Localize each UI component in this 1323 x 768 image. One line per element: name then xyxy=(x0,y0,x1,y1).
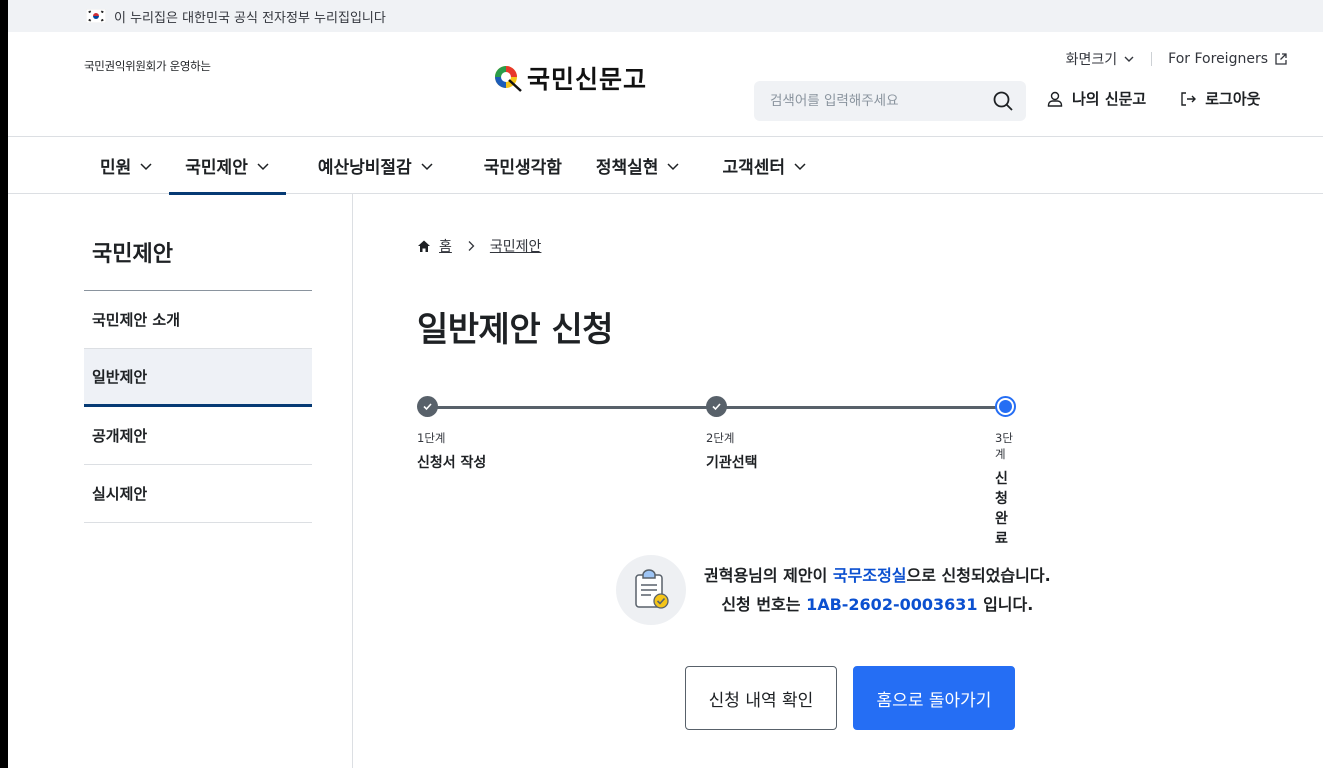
step-1-label: 1단계 신청서 작성 xyxy=(417,430,486,472)
nav-policy[interactable]: 정책실현 xyxy=(580,137,697,194)
font-size-label: 화면크기 xyxy=(1065,52,1118,68)
check-application-button[interactable]: 신청 내역 확인 xyxy=(685,666,837,730)
side-nav-item-implemented[interactable]: 실시제안 xyxy=(84,465,312,523)
nav-budget[interactable]: 예산낭비절감 xyxy=(302,137,450,194)
nav-label: 민원 xyxy=(100,158,132,178)
step-number: 1단계 xyxy=(417,431,446,445)
step-1-check-icon xyxy=(417,396,438,417)
divider xyxy=(352,194,353,768)
clipboard-check-icon xyxy=(616,555,686,625)
logo-name: 국민신문고 xyxy=(527,65,648,94)
chevron-right-icon xyxy=(468,241,475,251)
nav-label: 예산낭비절감 xyxy=(317,158,412,178)
site-logo[interactable]: 국민권익위원회가 운영하는 국민신문고 xyxy=(84,58,646,94)
divider xyxy=(1151,52,1153,66)
step-2-check-icon xyxy=(706,396,727,417)
nav-label: 국민생각함 xyxy=(483,158,562,178)
my-sinmungo-link[interactable]: 나의 신문고 xyxy=(1046,88,1146,109)
logo-subtitle: 국민권익위원회가 운영하는 xyxy=(84,59,211,73)
header: 국민권익위원회가 운영하는 국민신문고 화면크기 For Foreigners … xyxy=(8,32,1323,137)
nav-proposal[interactable]: 국민제안 xyxy=(169,137,286,195)
external-link-icon xyxy=(1275,53,1287,65)
nav-minwon[interactable]: 민원 xyxy=(84,137,169,194)
go-home-button[interactable]: 홈으로 돌아가기 xyxy=(853,666,1015,730)
logout-link[interactable]: 로그아웃 xyxy=(1179,88,1260,109)
result-text-segment: 권혁용님의 제안이 xyxy=(704,566,833,585)
result-text-segment: 입니다. xyxy=(977,595,1034,614)
chevron-down-icon xyxy=(667,162,679,170)
side-nav: 국민제안 국민제안 소개 일반제안 공개제안 실시제안 xyxy=(84,194,312,523)
result-text-segment: 신청 번호는 xyxy=(721,595,807,614)
result-message: 권혁용님의 제안이 국무조정실으로 신청되었습니다. 신청 번호는 1AB-26… xyxy=(616,555,1051,625)
step-name: 신청서 작성 xyxy=(417,455,487,471)
chevron-down-icon xyxy=(1124,56,1134,62)
chevron-down-icon xyxy=(794,162,806,170)
side-nav-item-intro[interactable]: 국민제안 소개 xyxy=(84,291,312,349)
utility-links: 화면크기 For Foreigners xyxy=(1066,49,1288,69)
user-icon xyxy=(1047,91,1063,107)
content-area: 국민제안 국민제안 소개 일반제안 공개제안 실시제안 홈 국민제안 일반제안 … xyxy=(8,194,1323,768)
result-agency: 국무조정실 xyxy=(832,566,907,585)
nav-label: 국민제안 xyxy=(185,158,248,178)
gov-banner-text: 이 누리집은 대한민국 공식 전자정부 누리집입니다 xyxy=(114,10,386,26)
chevron-down-icon xyxy=(421,162,433,170)
step-3-current-icon xyxy=(995,396,1016,417)
page-title: 일반제안 신청 xyxy=(417,310,614,350)
search-input[interactable] xyxy=(770,93,992,109)
step-indicator: 1단계 신청서 작성 2단계 기관선택 3단계 신청완료 xyxy=(417,396,1017,547)
font-size-button[interactable]: 화면크기 xyxy=(1066,49,1136,69)
step-name: 기관선택 xyxy=(706,455,758,471)
breadcrumb: 홈 국민제안 xyxy=(417,236,541,256)
result-text-segment: 으로 신청되었습니다. xyxy=(906,566,1051,585)
result-line-1: 권혁용님의 제안이 국무조정실으로 신청되었습니다. xyxy=(704,561,1051,590)
my-sinmungo-label: 나의 신문고 xyxy=(1072,90,1147,108)
result-text: 권혁용님의 제안이 국무조정실으로 신청되었습니다. 신청 번호는 1AB-26… xyxy=(704,561,1051,619)
chevron-down-icon xyxy=(257,162,269,170)
home-icon xyxy=(418,240,430,252)
chevron-down-icon xyxy=(140,162,152,170)
gov-banner: 이 누리집은 대한민국 공식 전자정부 누리집입니다 xyxy=(8,0,1323,32)
step-2-label: 2단계 기관선택 xyxy=(706,430,758,472)
global-nav: 민원 국민제안 예산낭비절감 국민생각함 정책실현 고객센터 xyxy=(8,137,1323,195)
logout-icon xyxy=(1181,91,1197,106)
nav-customer-center[interactable]: 고객센터 xyxy=(706,137,823,194)
user-links: 나의 신문고 로그아웃 xyxy=(1046,88,1260,109)
for-foreigners-link[interactable]: For Foreigners xyxy=(1168,51,1288,67)
step-3-label: 3단계 신청완료 xyxy=(995,430,1017,548)
side-nav-item-public[interactable]: 공개제안 xyxy=(84,407,312,465)
logout-label: 로그아웃 xyxy=(1205,90,1261,108)
nav-public-opinion[interactable]: 국민생각함 xyxy=(468,137,578,194)
side-nav-title: 국민제안 xyxy=(84,194,312,291)
nav-label: 정책실현 xyxy=(595,158,659,178)
page: 이 누리집은 대한민국 공식 전자정부 누리집입니다 국민권익위원회가 운영하는… xyxy=(8,0,1323,768)
search-icon[interactable] xyxy=(992,90,1014,112)
search-box xyxy=(754,81,1026,121)
breadcrumb-home-link[interactable]: 홈 xyxy=(439,236,452,256)
step-number: 2단계 xyxy=(706,431,735,445)
korea-flag-icon xyxy=(86,9,106,23)
step-name: 신청완료 xyxy=(995,471,1008,547)
for-foreigners-label: For Foreigners xyxy=(1168,51,1268,67)
breadcrumb-current-link[interactable]: 국민제안 xyxy=(490,236,542,256)
application-number: 1AB-2602-0003631 xyxy=(806,595,978,614)
step-number: 3단계 xyxy=(995,431,1013,461)
result-line-2: 신청 번호는 1AB-2602-0003631 입니다. xyxy=(704,590,1051,619)
nav-label: 고객센터 xyxy=(722,158,786,178)
action-buttons: 신청 내역 확인 홈으로 돌아가기 xyxy=(685,666,1015,730)
side-nav-item-general[interactable]: 일반제안 xyxy=(84,349,312,407)
logo-mark-icon xyxy=(495,66,522,92)
